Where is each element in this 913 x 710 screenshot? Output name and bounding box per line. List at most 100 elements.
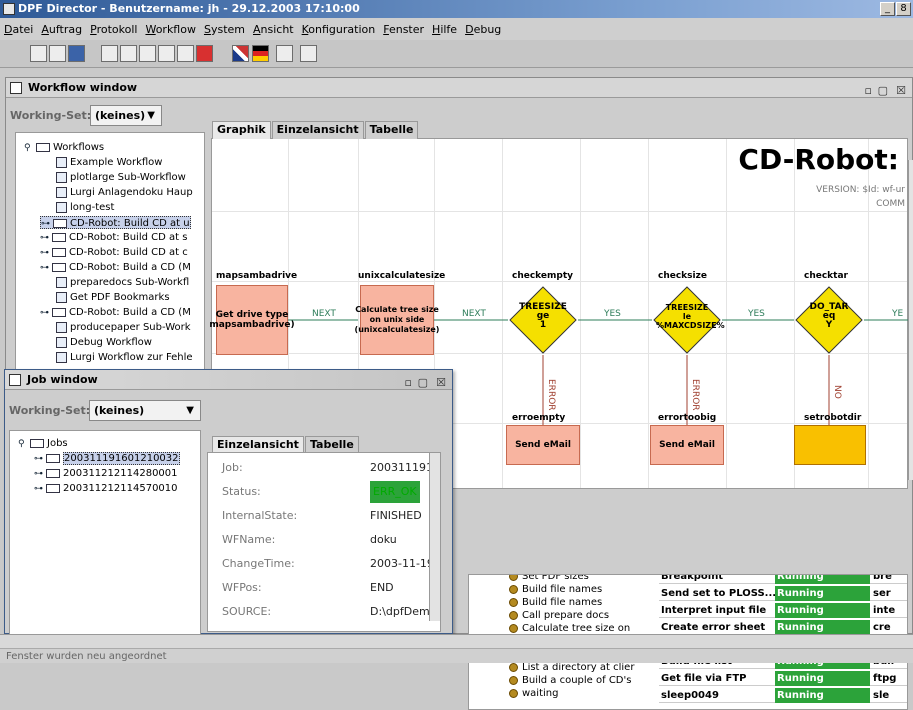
tree-item[interactable]: ⚲ Workflows (24, 141, 104, 154)
menu-protokoll[interactable]: Protokoll (90, 23, 137, 36)
expand-toggle-icon[interactable]: ⊶ (40, 307, 52, 320)
tree-item[interactable]: Get PDF Bookmarks (56, 291, 170, 304)
job-minimize-icon[interactable]: ▫ (405, 373, 412, 393)
menu-datei[interactable]: Datei (4, 23, 33, 36)
tree-item[interactable]: Debug Workflow (56, 336, 152, 349)
node-erroempty[interactable]: Send eMail (506, 425, 580, 465)
expand-toggle-icon[interactable]: ⊶ (34, 453, 46, 466)
job-tree-item[interactable]: ⊶ 200311191601210032 (34, 452, 180, 465)
tab-graphik[interactable]: Graphik (212, 121, 271, 139)
working-set-select[interactable]: (keines) ▼ (90, 105, 162, 126)
menu-hilfe[interactable]: Hilfe (432, 23, 457, 36)
menu-auftrag[interactable]: Auftrag (41, 23, 82, 36)
detail-key: Status: (222, 485, 261, 498)
german-flag-icon[interactable] (252, 45, 269, 62)
status-table-row[interactable]: Send set to PLOSS... Running ser (659, 586, 907, 601)
settings-icon[interactable] (158, 45, 175, 62)
job-window-titlebar[interactable]: Job window ▫ ▢ ☒ (5, 370, 452, 390)
expand-toggle-icon[interactable]: ⊶ (40, 232, 52, 245)
main-horizontal-scrollbar[interactable] (0, 634, 913, 648)
job-detail-row: Status: ERR_OK (208, 481, 438, 503)
graph-vertical-scrollbar[interactable] (908, 160, 913, 480)
open-icon[interactable] (49, 45, 66, 62)
job-working-set-select[interactable]: (keines) ▼ (89, 400, 201, 421)
menu-fenster[interactable]: Fenster (383, 23, 424, 36)
tree-item[interactable]: preparedocs Sub-Workfl (56, 276, 189, 289)
expand-toggle-icon[interactable]: ⊶ (40, 262, 52, 275)
job-tree-item[interactable]: ⊶ 200311212114280001 (34, 467, 178, 480)
tab-tabelle[interactable]: Tabelle (364, 121, 419, 139)
job-detail-scrollbar[interactable] (429, 453, 440, 621)
tree-item[interactable]: ⊶ CD-Robot: Build a CD (M (40, 306, 191, 319)
expand-toggle-icon[interactable]: ⚲ (24, 142, 36, 155)
job-close-icon[interactable]: ☒ (436, 373, 446, 393)
debug-icon[interactable] (300, 45, 317, 62)
status-cell-name: Breakpoint (661, 574, 724, 582)
view-icon[interactable] (177, 45, 194, 62)
activity-label: Build file names (522, 597, 603, 608)
folder-icon (30, 438, 44, 448)
job-maximize-icon[interactable]: ▢ (418, 373, 428, 393)
tree-item-label: CD-Robot: Build a CD (M (69, 262, 191, 273)
window-titlebar[interactable]: DPF Director - Benutzername: jh - 29.12.… (0, 0, 913, 18)
workflow-icon[interactable] (139, 45, 156, 62)
tree-item-label: Lurgi Anlagendoku Haup (70, 187, 193, 198)
menu-ansicht[interactable]: Ansicht (253, 23, 294, 36)
status-cell-status: Running (775, 620, 870, 635)
tree-item[interactable]: Example Workflow (56, 156, 162, 169)
tree-item[interactable]: long-test (56, 201, 114, 214)
tree-item-label: preparedocs Sub-Workfl (70, 277, 190, 288)
gear-icon (509, 623, 518, 633)
node-setrobotdir[interactable] (794, 425, 866, 465)
tree-item[interactable]: Lurgi Workflow zur Fehle (56, 351, 193, 364)
status-table-row[interactable]: sleep0049 Running sle (659, 688, 907, 703)
tab-einzelansicht[interactable]: Einzelansicht (271, 121, 364, 139)
new-job-icon[interactable] (30, 45, 47, 62)
expand-toggle-icon[interactable]: ⊶ (34, 483, 46, 496)
menu-workflow[interactable]: Workflow (145, 23, 196, 36)
folder-icon (52, 247, 66, 257)
expand-toggle-icon[interactable]: ⚲ (18, 438, 30, 451)
save-icon[interactable] (68, 45, 85, 62)
node-label-erroempty: erroempty (512, 413, 566, 423)
expand-toggle-icon[interactable]: ⊶ (34, 468, 46, 481)
menu-system[interactable]: System (204, 23, 245, 36)
app-icon[interactable] (3, 3, 15, 15)
workflow-icon (56, 156, 67, 168)
detail-value: ERR_OK (370, 481, 420, 503)
minimize-icon[interactable]: ▫ (865, 81, 872, 101)
tree-item[interactable]: producepaper Sub-Work (56, 321, 191, 334)
node-errortoobig[interactable]: Send eMail (650, 425, 724, 465)
edit-icon[interactable] (120, 45, 137, 62)
status-table-row[interactable]: Get file via FTP Running ftpg (659, 671, 907, 686)
status-table-row[interactable]: Breakpoint Running bre (659, 574, 907, 584)
expand-toggle-icon[interactable]: ⊶ (40, 247, 52, 260)
document-icon[interactable] (101, 45, 118, 62)
gear-icon (509, 662, 518, 672)
tree-item[interactable]: ⊶ CD-Robot: Build CD at u (40, 216, 191, 229)
expand-toggle-icon[interactable]: ⊶ (41, 218, 53, 231)
workflow-icon (56, 336, 67, 348)
delete-icon[interactable] (196, 45, 213, 62)
job-tree-item[interactable]: ⚲ Jobs (18, 437, 68, 450)
tree-item[interactable]: ⊶ CD-Robot: Build CD at c (40, 246, 188, 259)
job-tree-item[interactable]: ⊶ 200311212114570010 (34, 482, 178, 495)
restore-button[interactable]: 8 (896, 2, 911, 16)
tree-item[interactable]: Lurgi Anlagendoku Haup (56, 186, 193, 199)
close-icon[interactable]: ☒ (896, 81, 906, 101)
activity-item[interactable]: waiting (509, 686, 558, 701)
english-flag-icon[interactable] (232, 45, 249, 62)
tree-item[interactable]: ⊶ CD-Robot: Build a CD (M (40, 261, 191, 274)
help-icon[interactable] (276, 45, 293, 62)
minimize-button[interactable]: _ (880, 2, 895, 16)
status-table-row[interactable]: Create error sheet Running cre (659, 620, 907, 635)
tree-item[interactable]: ⊶ CD-Robot: Build CD at s (40, 231, 187, 244)
maximize-icon[interactable]: ▢ (878, 81, 888, 101)
folder-icon (53, 218, 67, 228)
folder-icon (46, 483, 60, 493)
tree-item[interactable]: plotlarge Sub-Workflow (56, 171, 186, 184)
menu-debug[interactable]: Debug (465, 23, 501, 36)
menu-konfiguration[interactable]: Konfiguration (302, 23, 376, 36)
status-table-row[interactable]: Interpret input file Running inte (659, 603, 907, 618)
workflow-window-titlebar[interactable]: Workflow window ▫ ▢ ☒ (6, 78, 912, 98)
